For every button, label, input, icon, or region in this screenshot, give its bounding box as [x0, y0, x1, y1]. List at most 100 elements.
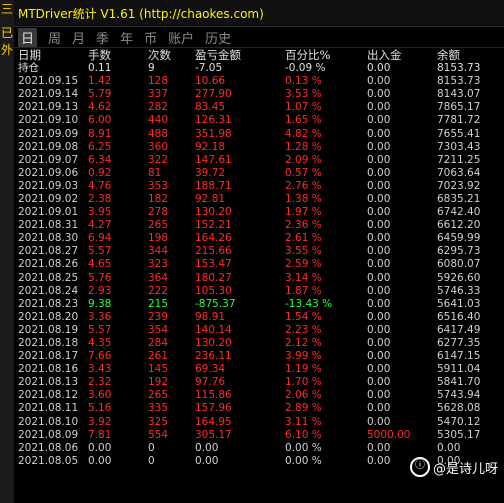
- cell-lots: 7.66: [88, 350, 112, 363]
- cell-io: 0.00: [367, 402, 391, 415]
- cell-date: 2021.08.10: [18, 415, 79, 428]
- cell-pct: 1.65 %: [285, 114, 322, 127]
- cell-pnl: 130.20: [195, 337, 232, 350]
- cell-date: 2021.08.17: [18, 350, 79, 363]
- cell-io: 5000.00: [367, 428, 411, 441]
- cell-lots: 6.25: [88, 140, 112, 153]
- table-row: 2021.08.09 7.81 554 305.17 6.10 % 5000.00 5305…: [14, 429, 497, 442]
- cell-io: 0.00: [367, 415, 391, 428]
- cell-lots: 4.35: [88, 337, 112, 350]
- cell-pct: 2.36 %: [285, 219, 322, 232]
- cell-count: 353: [148, 179, 169, 192]
- cell-io: 0.00: [367, 232, 391, 245]
- cell-lots: 9.38: [88, 297, 112, 310]
- cell-balance: 5911.04: [437, 363, 481, 376]
- cell-pct: 0.57 %: [285, 166, 322, 179]
- cell-pct: 2.59 %: [285, 258, 322, 271]
- cell-count: 360: [148, 140, 169, 153]
- cell-pnl: 92.81: [195, 192, 226, 205]
- table-row: 2021.08.20 3.36 239 98.91 1.54 % 0.00 6516.40: [14, 311, 497, 324]
- cell-balance: 6147.15: [437, 350, 481, 363]
- cell-pct: 2.06 %: [285, 389, 322, 402]
- cell-pct: 2.76 %: [285, 179, 322, 192]
- cell-pct: 6.10 %: [285, 428, 322, 441]
- cell-balance: 6742.40: [437, 206, 481, 219]
- cell-count: 265: [148, 219, 169, 232]
- cell-io: 0.00: [367, 88, 391, 101]
- tab-7[interactable]: 历史: [205, 28, 231, 47]
- cell-balance: 6080.07: [437, 258, 481, 271]
- holding-pnl: -7.05: [195, 62, 223, 75]
- cell-date: 2021.08.31: [18, 219, 79, 232]
- table-header-row: 日期 手数 次数 盈亏金额 百分比% 出入金 余额: [14, 48, 497, 62]
- cell-count: 364: [148, 271, 169, 284]
- cell-count: 0: [148, 454, 155, 467]
- table-row: 2021.09.09 8.91 488 351.98 4.82 % 0.00 7655.41: [14, 127, 497, 140]
- title-bar[interactable]: MTDriver统计 V1.61 (http://chaokes.com): [14, 0, 504, 27]
- cell-lots: 4.62: [88, 101, 112, 114]
- cell-pnl: 164.95: [195, 415, 232, 428]
- cell-pct: 0.00 %: [285, 454, 322, 467]
- cell-lots: 1.42: [88, 75, 112, 88]
- tab-2[interactable]: 月: [72, 28, 85, 47]
- cell-pnl: 0.00: [195, 454, 219, 467]
- cell-lots: 5.57: [88, 323, 112, 336]
- cell-balance: 0.00: [437, 441, 461, 454]
- cell-io: 0.00: [367, 297, 391, 310]
- cell-lots: 6.00: [88, 114, 112, 127]
- cell-balance: 6835.21: [437, 192, 481, 205]
- cell-balance: 5628.08: [437, 402, 481, 415]
- tab-5[interactable]: 币: [144, 28, 157, 47]
- cell-io: 0.00: [367, 323, 391, 336]
- cell-pnl: 98.91: [195, 310, 226, 323]
- cell-balance: 7211.25: [437, 153, 481, 166]
- cell-balance: 7063.64: [437, 166, 481, 179]
- watermark: ⓘ @是诗儿呀: [409, 457, 498, 477]
- table-row: 2021.08.30 6.94 198 164.26 2.61 % 0.00 6459.99: [14, 232, 497, 245]
- cell-lots: 4.27: [88, 219, 112, 232]
- cell-lots: 2.38: [88, 192, 112, 205]
- col-header-io: 出入金: [367, 47, 402, 62]
- cell-balance: 5841.70: [437, 376, 481, 389]
- cell-pnl: 97.76: [195, 376, 226, 389]
- cell-pct: 1.97 %: [285, 206, 322, 219]
- cell-balance: 6295.73: [437, 245, 481, 258]
- cell-count: 215: [148, 297, 169, 310]
- side-label: 已: [0, 26, 13, 40]
- period-tabs: 日周月季年币账户 历史: [14, 27, 504, 48]
- cell-date: 2021.08.30: [18, 232, 79, 245]
- cell-balance: 7865.17: [437, 101, 481, 114]
- cell-pnl: 147.61: [195, 153, 232, 166]
- cell-count: 128: [148, 75, 169, 88]
- tab-3[interactable]: 季: [96, 28, 109, 47]
- tab-6[interactable]: 账户: [168, 28, 194, 47]
- cell-balance: 5470.12: [437, 415, 481, 428]
- cell-pct: 1.70 %: [285, 376, 322, 389]
- cell-date: 2021.09.03: [18, 179, 79, 192]
- cell-count: 81: [148, 166, 162, 179]
- stats-window: MTDriver统计 V1.61 (http://chaokes.com) 日周…: [14, 0, 504, 503]
- cell-date: 2021.08.27: [18, 245, 79, 258]
- cell-date: 2021.09.15: [18, 75, 79, 88]
- cell-lots: 3.95: [88, 206, 112, 219]
- holding-label: 持仓: [18, 62, 39, 75]
- cell-date: 2021.09.14: [18, 88, 79, 101]
- cell-pct: 1.87 %: [285, 284, 322, 297]
- table-row: 2021.08.11 5.16 335 157.96 2.89 % 0.00 5628.08: [14, 402, 497, 415]
- holding-row: 持仓 0.11 9 -7.05 -0.09 % 0.00 8153.73: [14, 62, 497, 75]
- table-row: 2021.09.13 4.62 282 83.45 1.07 % 0.00 7865.17: [14, 101, 497, 114]
- tab-0[interactable]: 日: [18, 27, 38, 47]
- holding-balance: 8153.73: [437, 62, 481, 75]
- cell-lots: 0.92: [88, 166, 112, 179]
- cell-date: 2021.09.07: [18, 153, 79, 166]
- cell-pnl: 39.72: [195, 166, 226, 179]
- tab-4[interactable]: 年: [120, 28, 133, 47]
- cell-pct: 1.19 %: [285, 363, 322, 376]
- cell-count: 344: [148, 245, 169, 258]
- cell-io: 0.00: [367, 258, 391, 271]
- cell-lots: 0.00: [88, 441, 112, 454]
- tab-1[interactable]: 周: [48, 28, 61, 47]
- table-row: 2021.08.06 0.00 0 0.00 0.00 % 0.00 0.00: [14, 442, 497, 455]
- cell-count: 0: [148, 441, 155, 454]
- cell-lots: 0.00: [88, 454, 112, 467]
